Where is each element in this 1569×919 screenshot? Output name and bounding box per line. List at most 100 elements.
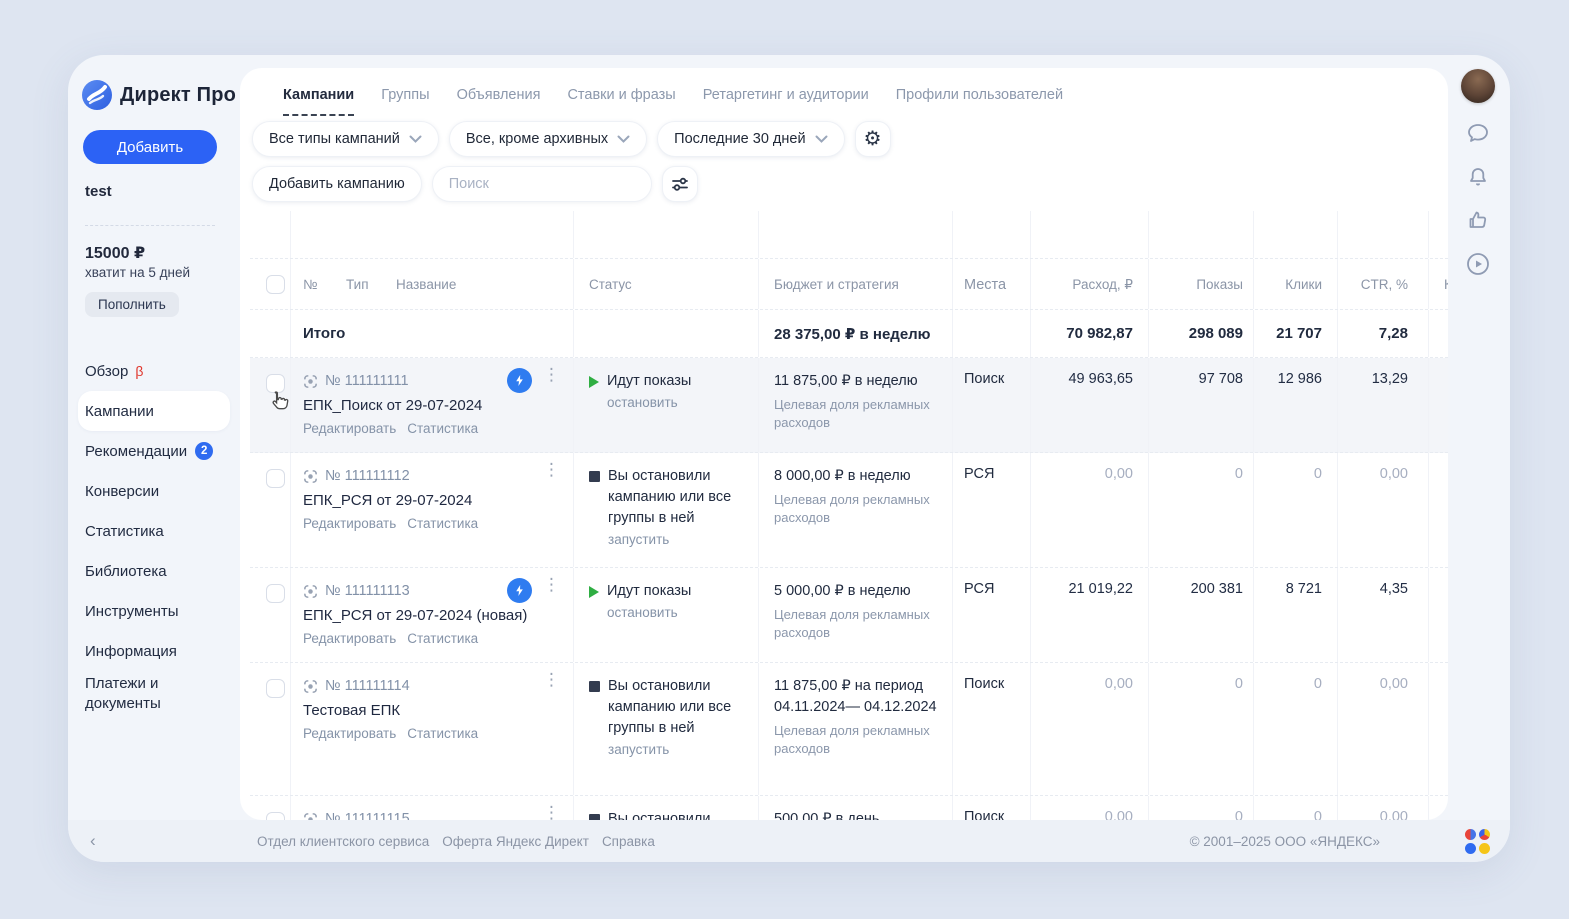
- status-text: Вы остановили кампанию или все группы в …: [608, 676, 748, 739]
- campaign-number: № 111111112: [325, 468, 410, 484]
- row-menu-button[interactable]: ⋮: [543, 671, 557, 688]
- sidebar-item-2[interactable]: Рекомендации2: [68, 431, 240, 471]
- sidebar-item-6[interactable]: Инструменты: [68, 591, 240, 631]
- edit-link[interactable]: Редактировать: [303, 631, 396, 646]
- tab-2[interactable]: Объявления: [457, 87, 541, 116]
- tab-4[interactable]: Ретаргетинг и аудитории: [703, 87, 869, 116]
- app-window: Директ Про Добавить test 15000 ₽ хватит …: [68, 55, 1510, 862]
- select-all-checkbox[interactable]: [266, 275, 285, 294]
- budget-value: 5 000,00 ₽ в неделю: [774, 581, 938, 602]
- col-header-cost[interactable]: Расход, ₽: [1030, 259, 1148, 309]
- direct-pro-logo-icon: [82, 80, 112, 110]
- sidebar-item-4[interactable]: Статистика: [68, 511, 240, 551]
- row-checkbox[interactable]: [266, 584, 285, 603]
- col-header-number[interactable]: №: [303, 277, 317, 292]
- budget-value: 11 875,00 ₽ в неделю: [774, 371, 938, 392]
- logo-text: Директ Про: [120, 84, 236, 107]
- tab-1[interactable]: Группы: [381, 87, 429, 116]
- sidebar-item-0[interactable]: Обзорβ: [68, 351, 240, 391]
- yandex-services-icons[interactable]: [1465, 829, 1490, 854]
- campaign-name[interactable]: ЕПК_Поиск от 29-07-2024: [303, 395, 561, 416]
- col-header-conversions[interactable]: Конверсии: [1428, 259, 1448, 309]
- topup-button[interactable]: Пополнить: [85, 292, 179, 317]
- footer-link-1[interactable]: Оферта Яндекс Директ: [442, 834, 589, 849]
- sidebar-item-5[interactable]: Библиотека: [68, 551, 240, 591]
- shows-value: 0: [1148, 796, 1253, 820]
- totals-budget: 28 375,00 ₽ в неделю: [758, 310, 952, 357]
- sidebar-item-label: Обзор: [85, 363, 128, 380]
- archive-filter[interactable]: Все, кроме архивных: [449, 121, 647, 157]
- chat-button[interactable]: [1462, 117, 1494, 149]
- user-avatar[interactable]: [1461, 69, 1495, 103]
- right-rail: [1448, 55, 1510, 862]
- sidebar-item-3[interactable]: Конверсии: [68, 471, 240, 511]
- col-header-places[interactable]: Места: [952, 259, 1030, 309]
- status-action-link[interactable]: запустить: [608, 742, 748, 757]
- autopilot-badge[interactable]: [507, 578, 532, 603]
- date-range-filter[interactable]: Последние 30 дней: [657, 121, 844, 157]
- status-icon: [589, 681, 600, 692]
- statistics-link[interactable]: Статистика: [407, 421, 478, 436]
- settings-button[interactable]: ⚙: [855, 121, 891, 157]
- edit-link[interactable]: Редактировать: [303, 421, 396, 436]
- add-campaign-button[interactable]: Добавить кампанию: [252, 166, 422, 202]
- edit-link[interactable]: Редактировать: [303, 726, 396, 741]
- add-button[interactable]: Добавить: [83, 130, 217, 164]
- campaign-name[interactable]: ЕПК_РСЯ от 29-07-2024 (новая): [303, 605, 561, 626]
- sliders-icon: [670, 174, 690, 194]
- totals-label: Итого: [290, 310, 573, 357]
- status-action-link[interactable]: остановить: [607, 395, 691, 410]
- campaign-name[interactable]: ЕПК_РСЯ от 29-07-2024: [303, 490, 561, 511]
- sidebar-divider: [85, 225, 215, 226]
- budget-value: 500,00 ₽ в день: [774, 809, 938, 820]
- conversions-value: [1428, 568, 1448, 662]
- col-header-name[interactable]: Название: [396, 277, 456, 292]
- places-value: Поиск: [952, 796, 1030, 820]
- cost-value: 0,00: [1030, 453, 1148, 567]
- logo: Директ Про: [82, 80, 236, 110]
- row-checkbox[interactable]: [266, 469, 285, 488]
- cost-value: 21 019,22: [1030, 568, 1148, 662]
- status-icon: [589, 376, 599, 388]
- col-header-status[interactable]: Статус: [573, 259, 758, 309]
- sidebar-item-1[interactable]: Кампании: [78, 391, 230, 431]
- statistics-link[interactable]: Статистика: [407, 516, 478, 531]
- row-menu-button[interactable]: ⋮: [543, 461, 557, 478]
- autopilot-badge[interactable]: [507, 368, 532, 393]
- campaign-name[interactable]: Тестовая ЕПК: [303, 700, 561, 721]
- col-header-clicks[interactable]: Клики: [1253, 259, 1337, 309]
- feedback-button[interactable]: [1462, 204, 1494, 236]
- col-header-ctr[interactable]: CTR, %: [1337, 259, 1428, 309]
- filter-options-button[interactable]: [662, 166, 698, 202]
- col-header-shows[interactable]: Показы: [1148, 259, 1253, 309]
- col-header-budget[interactable]: Бюджет и стратегия: [758, 259, 952, 309]
- tab-5[interactable]: Профили пользователей: [896, 87, 1063, 116]
- edit-link[interactable]: Редактировать: [303, 516, 396, 531]
- table-header: № Тип Название Статус Бюджет и стратегия…: [250, 259, 1448, 310]
- chevron-down-icon: [815, 135, 828, 143]
- statistics-link[interactable]: Статистика: [407, 631, 478, 646]
- tab-3[interactable]: Ставки и фразы: [567, 87, 675, 116]
- notifications-button[interactable]: [1462, 161, 1494, 193]
- row-checkbox[interactable]: [266, 812, 285, 820]
- row-checkbox[interactable]: [266, 679, 285, 698]
- tab-0[interactable]: Кампании: [283, 87, 354, 116]
- service-icon-round-yellow: [1479, 843, 1490, 854]
- sidebar-item-8[interactable]: Платежи и документы: [68, 671, 188, 723]
- col-header-type[interactable]: Тип: [346, 277, 369, 292]
- collapse-sidebar-button[interactable]: ‹: [90, 831, 96, 851]
- campaign-type-filter[interactable]: Все типы кампаний: [252, 121, 439, 157]
- status-action-link[interactable]: остановить: [607, 605, 691, 620]
- footer-link-0[interactable]: Отдел клиентского сервиса: [257, 834, 429, 849]
- video-help-button[interactable]: [1462, 248, 1494, 280]
- row-menu-button[interactable]: ⋮: [543, 366, 557, 383]
- status-action-link[interactable]: запустить: [608, 532, 748, 547]
- cost-value: 0,00: [1030, 663, 1148, 795]
- row-menu-button[interactable]: ⋮: [543, 576, 557, 593]
- campaign-type-icon: [303, 812, 318, 821]
- search-input[interactable]: [432, 166, 652, 202]
- sidebar-item-7[interactable]: Информация: [68, 631, 240, 671]
- footer-link-2[interactable]: Справка: [602, 834, 655, 849]
- row-menu-button[interactable]: ⋮: [543, 804, 557, 820]
- statistics-link[interactable]: Статистика: [407, 726, 478, 741]
